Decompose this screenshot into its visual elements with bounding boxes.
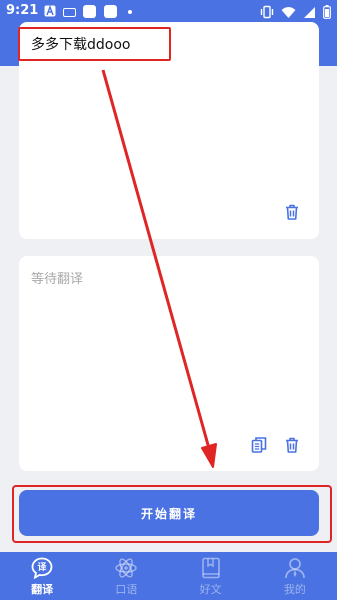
vibrate-icon <box>260 5 274 19</box>
app-icon <box>104 5 117 18</box>
bottom-nav: 译 翻译 口语 好文 我的 <box>0 552 337 600</box>
atom-icon <box>115 558 138 578</box>
nav-label: 好文 <box>199 583 222 596</box>
system-icons <box>260 4 331 20</box>
nav-label: 我的 <box>283 583 306 596</box>
nav-item-translate[interactable]: 译 翻译 <box>0 552 84 600</box>
book-icon <box>201 557 220 579</box>
dot-icon <box>128 10 132 14</box>
nav-item-articles[interactable]: 好文 <box>169 552 253 600</box>
nav-label: 翻译 <box>31 583 54 596</box>
status-bar: 9:21 <box>0 0 337 24</box>
a-icon <box>44 5 56 17</box>
nav-label: 口语 <box>115 583 138 596</box>
translation-result-card: 等待翻译 <box>19 256 319 471</box>
annotation-highlight-box <box>12 485 332 543</box>
result-placeholder: 等待翻译 <box>31 272 84 287</box>
user-icon <box>285 558 305 579</box>
status-time: 9:21 <box>6 3 39 18</box>
trash-icon[interactable] <box>283 436 301 454</box>
wifi-icon <box>281 6 296 18</box>
copy-icon[interactable] <box>250 436 268 454</box>
battery-icon <box>323 5 331 19</box>
keyboard-icon <box>63 8 76 17</box>
translate-bubble-icon: 译 <box>31 557 53 580</box>
signal-icon <box>304 6 315 18</box>
svg-text:译: 译 <box>38 561 48 573</box>
nav-item-speaking[interactable]: 口语 <box>84 552 168 600</box>
nav-item-profile[interactable]: 我的 <box>253 552 337 600</box>
trash-icon[interactable] <box>283 203 301 221</box>
annotation-highlight-box <box>18 27 171 61</box>
app-icon <box>83 5 96 18</box>
